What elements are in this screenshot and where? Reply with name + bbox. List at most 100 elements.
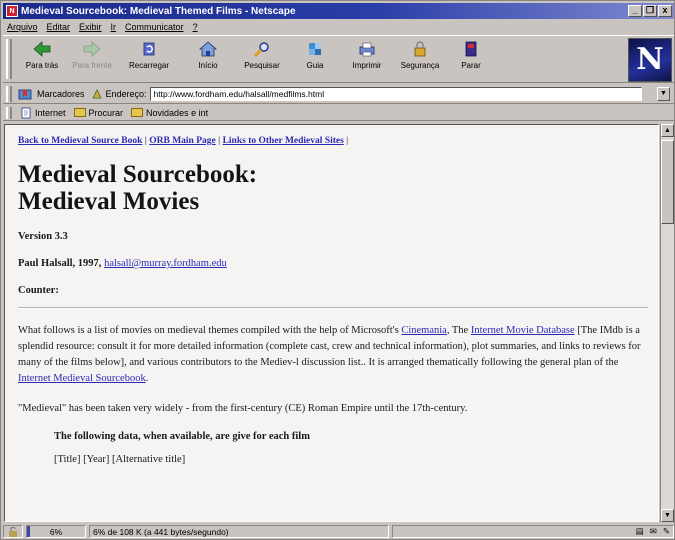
link-cinemania[interactable]: Cinemania — [401, 325, 447, 336]
page-proxy-icon — [91, 88, 102, 98]
personal-item-label: Novidades e int — [146, 107, 209, 118]
link-orb-main-page[interactable]: ORB Main Page — [149, 136, 216, 146]
security-button[interactable]: Segurança — [397, 40, 443, 74]
bookmarks-button[interactable]: Marcadores — [18, 88, 85, 100]
status-message: 6% de 108 K (a 441 bytes/segundo) — [89, 525, 389, 538]
forward-arrow-icon — [83, 41, 101, 57]
status-bar: 6% 6% de 108 K (a 441 bytes/segundo) ▤ ✉… — [3, 524, 674, 539]
bookmark-page-icon — [21, 107, 31, 118]
search-button[interactable]: Pesquisar — [239, 40, 285, 74]
stop-icon — [465, 41, 477, 57]
security-lock-icon — [414, 41, 426, 57]
page-proxy[interactable]: Endereço: — [91, 88, 147, 100]
lock-status-icon — [9, 526, 17, 537]
menu-help[interactable]: ? — [193, 22, 198, 32]
folder-icon — [73, 108, 86, 117]
page-title-line2: Medieval Movies — [18, 188, 200, 215]
menu-arquivo[interactable]: Arquivo — [7, 22, 38, 32]
print-button[interactable]: Imprimir — [344, 40, 390, 74]
browser-window: N Medieval Sourcebook: Medieval Themed F… — [0, 0, 675, 540]
address-field[interactable]: http://www.fordham.edu/halsall/medfilms.… — [149, 86, 642, 101]
reload-icon — [143, 42, 155, 56]
scroll-down-button[interactable]: ▼ — [661, 509, 674, 522]
location-toolbar: Marcadores Endereço: http://www.fordham.… — [3, 84, 674, 104]
stop-button-label: Parar — [461, 61, 481, 70]
intro-text-d: . — [145, 373, 149, 384]
personal-item-internet[interactable]: Internet — [20, 107, 66, 119]
menu-editar[interactable]: Editar — [47, 22, 71, 32]
composer-icon[interactable]: ✎ — [663, 526, 670, 537]
forward-button-label: Para frente — [72, 61, 112, 70]
link-back-to-sourcebook[interactable]: Back to Medieval Source Book — [18, 136, 142, 146]
scroll-thumb[interactable] — [661, 140, 674, 224]
minimize-button[interactable]: _ — [628, 5, 642, 17]
back-button[interactable]: Para trás — [19, 40, 65, 74]
top-nav-links: Back to Medieval Source Book | ORB Main … — [18, 136, 349, 146]
personal-item-label: Internet — [35, 107, 66, 118]
link-medieval-sourcebook[interactable]: Internet Medieval Sourcebook — [18, 373, 146, 384]
guide-button-label: Guia — [306, 61, 324, 70]
back-arrow-icon — [33, 41, 51, 57]
reload-button[interactable]: Recarregar — [126, 40, 172, 74]
search-button-label: Pesquisar — [244, 61, 280, 70]
link-other-medieval-sites[interactable]: Links to Other Medieval Sites — [223, 136, 344, 146]
data-heading: The following data, when available, are … — [54, 431, 310, 442]
close-button[interactable]: x — [658, 5, 672, 17]
print-icon — [359, 42, 375, 57]
data-field-line: [Title] [Year] [Alternative title] — [54, 454, 186, 465]
email-link[interactable]: halsall@murray.fordham.edu — [104, 258, 227, 269]
menu-bar: Arquivo Editar Exibir Ir Communicator ? — [3, 20, 674, 34]
divider — [18, 307, 648, 309]
forward-button[interactable]: Para frente — [69, 40, 115, 74]
author-text: Paul Halsall, 1997, — [18, 258, 102, 269]
home-icon — [198, 41, 218, 57]
progress-percent: 6% — [49, 526, 63, 537]
netscape-logo[interactable]: N — [628, 38, 672, 82]
arrow-up-icon: ▲ — [664, 127, 671, 134]
restore-button[interactable]: ❐ — [643, 5, 657, 17]
link-imdb[interactable]: Internet Movie Database — [471, 325, 575, 336]
guide-button[interactable]: Guia — [292, 40, 338, 74]
address-dropdown-button[interactable]: ▼ — [657, 87, 670, 101]
chevron-down-icon: ▼ — [660, 90, 667, 97]
security-status[interactable] — [3, 525, 23, 538]
scope-paragraph: "Medieval" has been taken very widely - … — [18, 403, 468, 414]
home-button[interactable]: Início — [185, 40, 231, 74]
personal-grip[interactable] — [6, 106, 12, 119]
search-icon — [253, 42, 269, 58]
personal-item-novidades[interactable]: Novidades e int — [131, 108, 208, 118]
back-button-label: Para trás — [25, 61, 59, 70]
vertical-scrollbar[interactable]: ▲ ▼ — [660, 124, 674, 522]
version-text: Version 3.3 — [18, 231, 68, 242]
counter-label: Counter: — [18, 285, 59, 296]
intro-text-a: What follows is a list of movies on medi… — [18, 325, 402, 336]
personal-item-procurar[interactable]: Procurar — [73, 107, 124, 118]
bookmarks-icon — [18, 89, 32, 99]
print-button-label: Imprimir — [352, 61, 382, 70]
reload-button-label: Recarregar — [128, 61, 169, 70]
intro-text-b: , The — [446, 325, 471, 336]
mail-icon[interactable]: ✉ — [650, 526, 657, 537]
window-title: Medieval Sourcebook: Medieval Themed Fil… — [21, 5, 296, 17]
toolbar-grip[interactable] — [6, 39, 12, 79]
author-line: Paul Halsall, 1997, halsall@murray.fordh… — [18, 258, 648, 269]
arrow-down-icon: ▼ — [664, 512, 671, 519]
navigator-icon[interactable]: ▤ — [636, 526, 644, 537]
page-content[interactable]: Back to Medieval Source Book | ORB Main … — [4, 124, 659, 522]
menu-communicator[interactable]: Communicator — [125, 22, 184, 32]
home-button-label: Início — [198, 61, 218, 70]
page-title: Medieval Sourcebook: Medieval Movies — [18, 161, 648, 215]
menu-ir[interactable]: Ir — [111, 22, 117, 32]
scroll-up-button[interactable]: ▲ — [661, 124, 674, 137]
menu-exibir[interactable]: Exibir — [79, 22, 102, 32]
location-grip[interactable] — [6, 85, 12, 102]
title-bar[interactable]: N Medieval Sourcebook: Medieval Themed F… — [3, 3, 674, 19]
progress-bar: 6% — [26, 525, 86, 538]
stop-button[interactable]: Parar — [448, 40, 494, 74]
security-button-label: Segurança — [400, 61, 440, 70]
page-title-line1: Medieval Sourcebook: — [18, 161, 258, 188]
guide-icon — [309, 43, 321, 55]
netscape-app-icon[interactable]: N — [6, 5, 18, 17]
folder-icon — [131, 108, 144, 117]
personal-item-label: Procurar — [88, 107, 124, 118]
